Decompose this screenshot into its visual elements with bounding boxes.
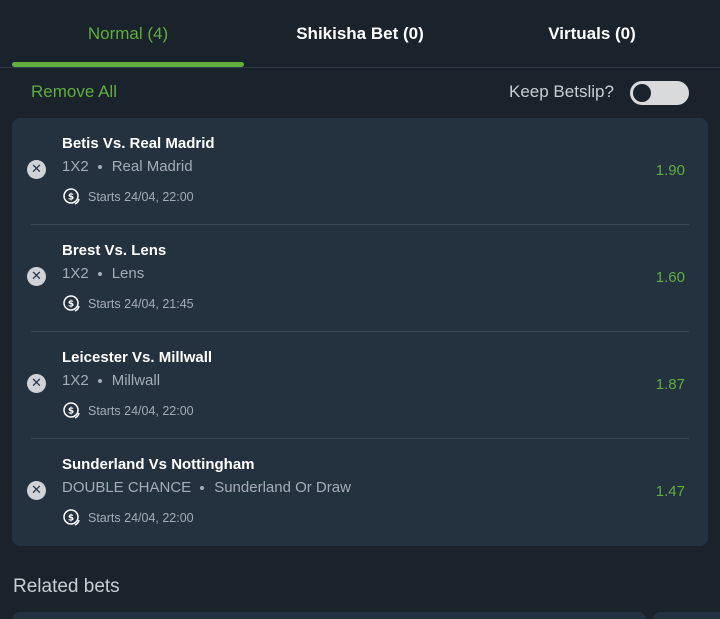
keep-betslip-label: Keep Betslip? bbox=[509, 82, 614, 101]
bet-starts: $ Starts 24/04, 22:00 bbox=[62, 187, 194, 207]
bet-match: Leicester Vs. Millwall bbox=[62, 349, 213, 366]
clock-coin-icon: $ bbox=[63, 402, 80, 419]
bet-selection-line: 1X2 Real Madrid bbox=[62, 158, 193, 175]
bet-item: ✕ Leicester Vs. Millwall 1X2 Millwall $ S… bbox=[12, 332, 708, 439]
close-icon: ✕ bbox=[31, 162, 42, 177]
bet-selection: Lens bbox=[111, 265, 145, 282]
remove-bet-button[interactable]: ✕ bbox=[27, 267, 46, 286]
bet-odds: 1.60 bbox=[655, 269, 685, 286]
active-tab-indicator bbox=[12, 62, 244, 67]
bet-start-time: Starts 24/04, 22:00 bbox=[88, 404, 194, 418]
toggle-knob bbox=[633, 84, 651, 102]
bet-match: Betis Vs. Real Madrid bbox=[62, 135, 215, 152]
remove-bet-button[interactable]: ✕ bbox=[27, 160, 46, 179]
bet-item: ✕ Betis Vs. Real Madrid 1X2 Real Madrid $… bbox=[12, 118, 708, 225]
bet-odds: 1.47 bbox=[655, 483, 685, 500]
bet-starts: $ Starts 24/04, 22:00 bbox=[62, 401, 194, 421]
bet-item: ✕ Sunderland Vs Nottingham DOUBLE CHANCE… bbox=[12, 439, 708, 546]
separator-dot bbox=[97, 378, 102, 383]
bet-match: Brest Vs. Lens bbox=[62, 242, 167, 259]
bet-market: DOUBLE CHANCE bbox=[62, 479, 192, 496]
related-bet-card[interactable] bbox=[12, 612, 646, 619]
remove-bet-button[interactable]: ✕ bbox=[27, 481, 46, 500]
bet-selection: Real Madrid bbox=[111, 158, 193, 175]
bet-item: ✕ Brest Vs. Lens 1X2 Lens $ Starts 24/04,… bbox=[12, 225, 708, 332]
bet-list: ✕ Betis Vs. Real Madrid 1X2 Real Madrid $… bbox=[12, 118, 708, 546]
remove-bet-button[interactable]: ✕ bbox=[27, 374, 46, 393]
separator-dot bbox=[97, 271, 102, 276]
bet-market: 1X2 bbox=[62, 158, 89, 175]
bet-start-time: Starts 24/04, 22:00 bbox=[88, 511, 194, 525]
bet-odds: 1.90 bbox=[655, 162, 685, 179]
close-icon: ✕ bbox=[31, 269, 42, 284]
bet-match: Sunderland Vs Nottingham bbox=[62, 456, 255, 473]
close-icon: ✕ bbox=[31, 376, 42, 391]
tab-shikisha-bet[interactable]: Shikisha Bet (0) bbox=[244, 0, 476, 68]
keep-betslip-toggle[interactable] bbox=[630, 81, 689, 105]
svg-text:$: $ bbox=[68, 193, 74, 203]
clock-coin-icon: $ bbox=[63, 188, 80, 205]
bet-odds: 1.87 bbox=[655, 376, 685, 393]
bet-selection-line: DOUBLE CHANCE Sunderland Or Draw bbox=[62, 479, 351, 496]
bet-market: 1X2 bbox=[62, 265, 89, 282]
bet-selection-line: 1X2 Lens bbox=[62, 265, 144, 282]
svg-text:$: $ bbox=[68, 514, 74, 524]
betslip-tabs: Normal (4) Shikisha Bet (0) Virtuals (0) bbox=[0, 0, 720, 68]
svg-text:$: $ bbox=[68, 300, 74, 310]
separator-dot bbox=[200, 485, 205, 490]
tab-virtuals[interactable]: Virtuals (0) bbox=[476, 0, 708, 68]
bet-selection-line: 1X2 Millwall bbox=[62, 372, 160, 389]
clock-coin-icon: $ bbox=[63, 509, 80, 526]
bet-selection: Sunderland Or Draw bbox=[214, 479, 351, 496]
clock-coin-icon: $ bbox=[63, 295, 80, 312]
bet-start-time: Starts 24/04, 22:00 bbox=[88, 190, 194, 204]
bet-starts: $ Starts 24/04, 21:45 bbox=[62, 294, 194, 314]
separator-dot bbox=[97, 164, 102, 169]
bet-selection: Millwall bbox=[111, 372, 161, 389]
remove-all-button[interactable]: Remove All bbox=[31, 80, 117, 104]
close-icon: ✕ bbox=[31, 483, 42, 498]
related-bet-card[interactable] bbox=[653, 612, 720, 619]
tab-normal[interactable]: Normal (4) bbox=[12, 0, 244, 68]
bet-start-time: Starts 24/04, 21:45 bbox=[88, 297, 194, 311]
svg-text:$: $ bbox=[68, 407, 74, 417]
related-bets-heading: Related bets bbox=[13, 576, 120, 597]
bet-market: 1X2 bbox=[62, 372, 89, 389]
bet-starts: $ Starts 24/04, 22:00 bbox=[62, 508, 194, 528]
